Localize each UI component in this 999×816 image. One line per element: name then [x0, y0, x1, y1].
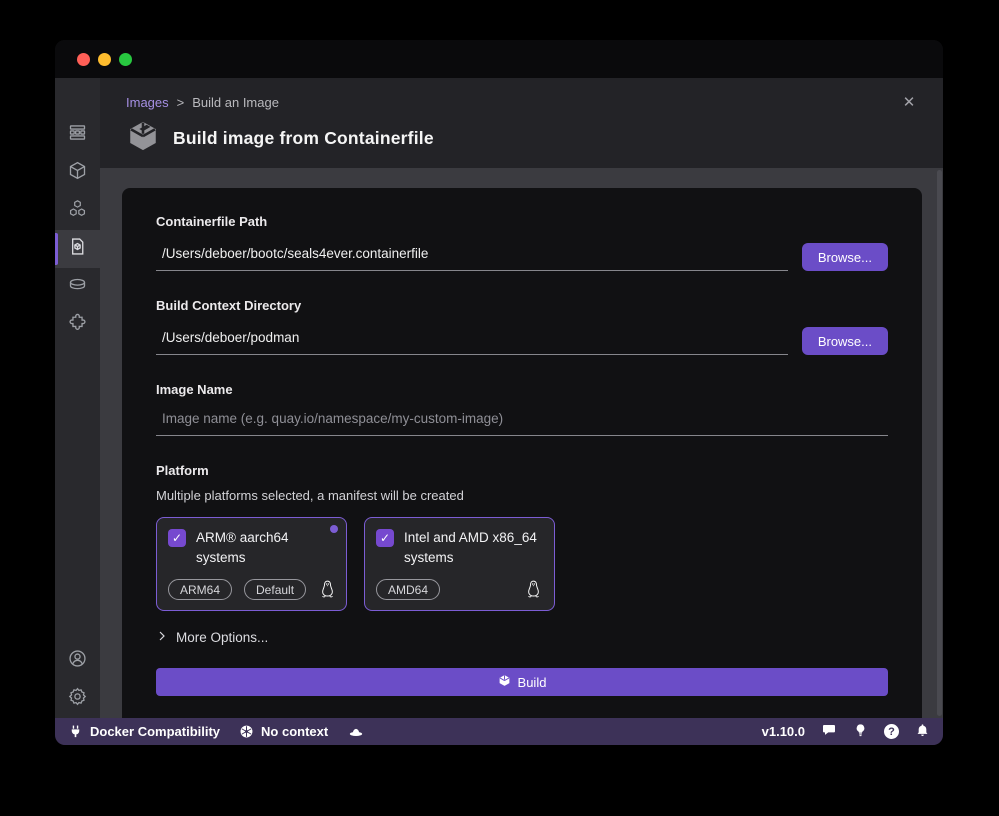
- cube-icon: [498, 674, 511, 690]
- gear-icon: [67, 686, 88, 712]
- platform-label: Platform: [156, 463, 888, 478]
- minimize-window-button[interactable]: [98, 53, 111, 66]
- plug-icon: [68, 724, 83, 739]
- platform-option-amd64[interactable]: ✓ Intel and AMD x86_64 systems AMD64: [364, 517, 555, 611]
- page-header: Images > Build an Image Build image from…: [100, 78, 943, 168]
- platform-option-title: ARM® aarch64 systems: [196, 528, 288, 569]
- platform-option-arm64[interactable]: ✓ ARM® aarch64 systems ARM64 Default: [156, 517, 347, 611]
- feedback-icon[interactable]: [821, 722, 837, 741]
- zoom-window-button[interactable]: [119, 53, 132, 66]
- linux-tux-icon: [318, 579, 337, 600]
- amd64-checkbox[interactable]: ✓: [376, 529, 394, 547]
- default-indicator-dot: [330, 525, 338, 533]
- sidebar-item-account[interactable]: [55, 642, 100, 680]
- image-name-input[interactable]: Image name (e.g. quay.io/namespace/my-cu…: [156, 411, 888, 436]
- docker-compatibility-status[interactable]: Docker Compatibility: [68, 724, 220, 739]
- more-options-toggle[interactable]: More Options...: [156, 630, 888, 645]
- images-icon: [67, 236, 88, 262]
- default-badge: Default: [244, 579, 306, 600]
- sidebar-item-pods[interactable]: [55, 192, 100, 230]
- content-area: Containerfile Path /Users/deboer/bootc/s…: [100, 168, 943, 718]
- breadcrumb-separator: >: [177, 95, 185, 110]
- build-form-card: Containerfile Path /Users/deboer/bootc/s…: [122, 188, 922, 718]
- version-label: v1.10.0: [762, 724, 805, 739]
- volumes-icon: [67, 274, 88, 300]
- close-window-button[interactable]: [77, 53, 90, 66]
- page-title: Build image from Containerfile: [173, 128, 434, 149]
- containerfile-browse-button[interactable]: Browse...: [802, 243, 888, 271]
- platform-hint: Multiple platforms selected, a manifest …: [156, 488, 888, 503]
- build-context-browse-button[interactable]: Browse...: [802, 327, 888, 355]
- breadcrumb: Images > Build an Image: [126, 95, 943, 110]
- chevron-right-icon: [156, 630, 168, 645]
- linux-tux-icon: [524, 579, 543, 600]
- platform-option-title: Intel and AMD x86_64 systems: [404, 528, 537, 569]
- status-bar: Docker Compatibility No context v1.10.0: [55, 718, 943, 745]
- breadcrumb-current: Build an Image: [192, 95, 279, 110]
- build-button[interactable]: Build: [156, 668, 888, 696]
- kubernetes-context-status[interactable]: No context: [239, 724, 328, 739]
- sidebar-item-containers[interactable]: [55, 154, 100, 192]
- context-label: No context: [261, 724, 328, 739]
- redhat-hat-icon[interactable]: [347, 723, 365, 741]
- sidebar: [55, 78, 100, 718]
- help-icon[interactable]: ?: [884, 724, 899, 739]
- containers-icon: [67, 160, 88, 186]
- more-options-label: More Options...: [176, 630, 268, 645]
- arch-badge: AMD64: [376, 579, 440, 600]
- sidebar-item-extensions[interactable]: [55, 306, 100, 344]
- sidebar-item-volumes[interactable]: [55, 268, 100, 306]
- titlebar: [55, 40, 943, 78]
- kubernetes-icon: [239, 724, 254, 739]
- sidebar-item-images[interactable]: [55, 230, 100, 268]
- cube-icon: [126, 119, 160, 158]
- app-window: Images > Build an Image Build image from…: [55, 40, 943, 745]
- containerfile-path-input[interactable]: /Users/deboer/bootc/seals4ever.container…: [156, 246, 788, 271]
- image-name-label: Image Name: [156, 382, 888, 397]
- dashboard-icon: [67, 122, 88, 148]
- arch-badge: ARM64: [168, 579, 232, 600]
- arm64-checkbox[interactable]: ✓: [168, 529, 186, 547]
- sidebar-item-dashboard[interactable]: [55, 116, 100, 154]
- bell-icon[interactable]: [915, 723, 930, 741]
- sidebar-item-settings[interactable]: [55, 680, 100, 718]
- docker-compatibility-label: Docker Compatibility: [90, 724, 220, 739]
- containerfile-path-label: Containerfile Path: [156, 214, 888, 229]
- extensions-icon: [67, 312, 88, 338]
- build-button-label: Build: [518, 675, 547, 690]
- breadcrumb-images-link[interactable]: Images: [126, 95, 169, 110]
- lightbulb-icon[interactable]: [853, 723, 868, 741]
- account-icon: [67, 648, 88, 674]
- build-context-input[interactable]: /Users/deboer/podman: [156, 330, 788, 355]
- build-context-label: Build Context Directory: [156, 298, 888, 313]
- platform-options: ✓ ARM® aarch64 systems ARM64 Default: [156, 517, 888, 611]
- scrollbar[interactable]: [937, 170, 942, 716]
- close-icon[interactable]: ✕: [899, 92, 919, 112]
- pods-icon: [67, 198, 88, 224]
